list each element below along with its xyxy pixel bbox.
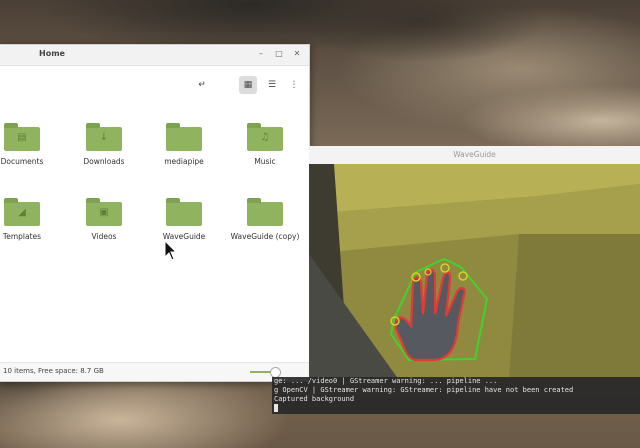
downloads-folder-icon: ↓ [86,123,122,151]
folder-label: mediapipe [164,157,204,166]
folder-videos[interactable]: ▣ Videos [66,198,142,241]
folder-documents[interactable]: ▤ Documents [0,123,60,166]
waveguide-titlebar[interactable]: WaveGuide [309,146,640,165]
folder-downloads[interactable]: ↓ Downloads [66,123,142,166]
folder-icon [247,198,283,226]
return-icon[interactable]: ↵ [195,78,209,92]
minimize-button[interactable]: – [256,49,266,59]
window-title: WaveGuide [453,150,496,159]
window-title: Home [39,49,65,58]
folder-label: Videos [91,232,117,241]
grid-view-icon[interactable]: ▦ [239,76,257,94]
folder-label: Downloads [83,157,125,166]
folder-label: WaveGuide [162,232,206,241]
file-manager-titlebar[interactable]: Home – □ ✕ [0,45,309,66]
compact-view-icon[interactable]: ⋮ [287,78,301,92]
terminal-line: Captured background [272,395,640,404]
folder-waveguide-copy[interactable]: WaveGuide (copy) [227,198,303,241]
folder-icon [166,198,202,226]
documents-folder-icon: ▤ [4,123,40,151]
folder-icon [166,123,202,151]
camera-feed [309,164,640,380]
folder-label: WaveGuide (copy) [230,232,300,241]
terminal-line: g OpenCV | GStreamer warning: GStreamer:… [274,386,574,394]
terminal-output[interactable]: ge: ... /video0 | GStreamer warning: ...… [272,377,640,414]
file-manager-toolbar: ↵ ▦ ☰ ⋮ [0,66,309,102]
folder-label: Documents [0,157,44,166]
terminal-prompt [272,404,640,414]
file-grid: ▤ Documents ↓ Downloads mediapipe ♫ Musi… [0,101,309,361]
status-text: 10 items, Free space: 8.7 GB [3,367,104,375]
videos-folder-icon: ▣ [86,198,122,226]
folder-label: Music [254,157,276,166]
terminal-line-text: Captured background [274,395,355,403]
list-view-icon[interactable]: ☰ [265,78,279,92]
waveguide-window: WaveGuide [309,146,640,380]
folder-label: Templates [2,232,42,241]
mouse-pointer-icon [164,240,178,261]
folder-music[interactable]: ♫ Music [227,123,303,166]
close-button[interactable]: ✕ [292,49,302,59]
status-bar: 10 items, Free space: 8.7 GB [0,362,309,381]
maximize-button[interactable]: □ [274,49,284,59]
terminal-line: ge: ... /video0 | GStreamer warning: ...… [274,377,498,385]
folder-waveguide[interactable]: WaveGuide [146,198,222,241]
folder-templates[interactable]: ◢ Templates [0,198,60,241]
templates-folder-icon: ◢ [4,198,40,226]
zoom-slider-fill [250,371,271,373]
folder-mediapipe[interactable]: mediapipe [146,123,222,166]
file-manager-window: Home – □ ✕ ↵ ▦ ☰ ⋮ ▤ Documents ↓ Downloa… [0,44,310,382]
terminal-cursor [274,404,278,412]
music-folder-icon: ♫ [247,123,283,151]
